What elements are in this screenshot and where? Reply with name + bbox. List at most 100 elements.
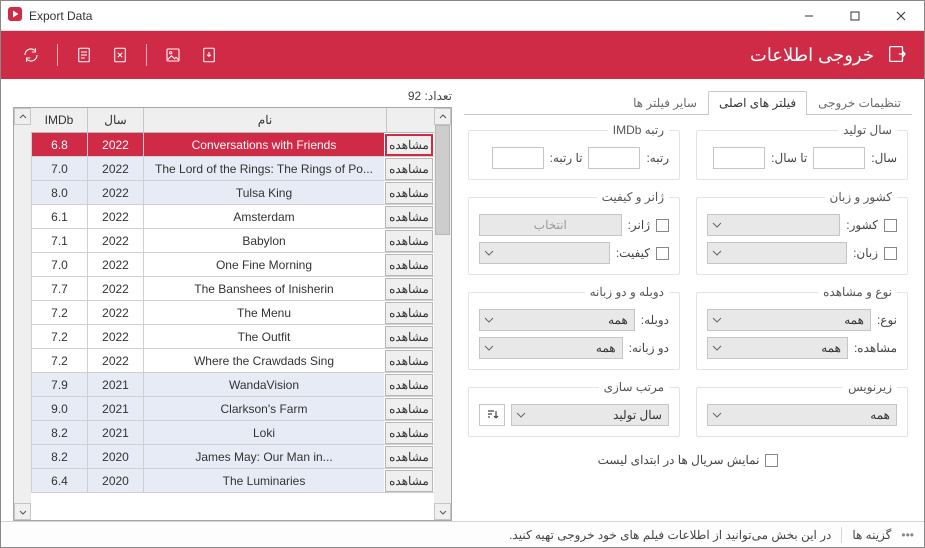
view-button[interactable]: مشاهده — [385, 446, 433, 468]
export-icon — [886, 43, 908, 68]
scroll-up-button[interactable] — [14, 108, 31, 125]
chevron-down-icon — [712, 343, 722, 353]
view-button[interactable]: مشاهده — [385, 182, 433, 204]
year-to-input[interactable] — [713, 147, 765, 169]
table-row[interactable]: مشاهدهClarkson's Farm20219.0 — [31, 397, 434, 421]
close-button[interactable] — [878, 1, 924, 31]
table-row[interactable]: مشاهدهThe Lord of the Rings: The Rings o… — [31, 157, 434, 181]
dub-select[interactable]: همه — [479, 309, 635, 331]
table-row[interactable]: مشاهدهAmsterdam20226.1 — [31, 205, 434, 229]
group-imdb-legend: رتبه IMDb — [608, 123, 669, 137]
view-button[interactable]: مشاهده — [385, 230, 433, 252]
table-row[interactable]: مشاهدهOne Fine Morning20227.0 — [31, 253, 434, 277]
chevron-down-icon — [19, 508, 27, 516]
year-label: سال: — [871, 151, 897, 165]
lang-checkbox[interactable] — [884, 247, 897, 260]
refresh-button[interactable] — [17, 41, 45, 69]
group-country-lang-legend: کشور و زبان — [825, 190, 897, 204]
minimize-button[interactable] — [786, 1, 832, 31]
chevron-down-icon — [712, 248, 722, 258]
view-select[interactable]: همه — [707, 337, 848, 359]
group-subtitle: زیرنویس همه — [696, 380, 908, 437]
view-button[interactable]: مشاهده — [385, 398, 433, 420]
type-label: نوع: — [877, 313, 897, 327]
view-button[interactable]: مشاهده — [385, 350, 433, 372]
options-label[interactable]: گزینه ها — [852, 528, 891, 542]
export-text-button[interactable] — [70, 41, 98, 69]
cell-year: 2022 — [87, 229, 143, 252]
count-label: تعداد: 92 — [13, 89, 452, 107]
genre-checkbox[interactable] — [656, 219, 669, 232]
table-row[interactable]: مشاهدهThe Banshees of Inisherin20227.7 — [31, 277, 434, 301]
table-row[interactable]: مشاهدهWandaVision20217.9 — [31, 373, 434, 397]
sort-select[interactable]: سال تولید — [511, 404, 669, 426]
left-scrollbar[interactable] — [14, 108, 31, 520]
scroll-up-button[interactable] — [434, 108, 451, 125]
view-button[interactable]: مشاهده — [385, 422, 433, 444]
view-button[interactable]: مشاهده — [385, 278, 433, 300]
table-row[interactable]: مشاهدهThe Menu20227.2 — [31, 301, 434, 325]
view-button[interactable]: مشاهده — [385, 206, 433, 228]
view-button[interactable]: مشاهده — [385, 134, 433, 156]
rank-from-input[interactable] — [588, 147, 640, 169]
chevron-down-icon — [712, 220, 722, 230]
genre-button[interactable]: انتخاب — [479, 214, 622, 236]
cell-imdb: 7.1 — [31, 229, 87, 252]
cell-year: 2022 — [87, 325, 143, 348]
scroll-track[interactable] — [434, 125, 451, 503]
scroll-thumb[interactable] — [435, 125, 450, 235]
subtitle-select[interactable]: همه — [707, 404, 897, 426]
view-button[interactable]: مشاهده — [385, 302, 433, 324]
bilang-select[interactable]: همه — [479, 337, 623, 359]
country-checkbox[interactable] — [884, 219, 897, 232]
header-year[interactable]: سال — [87, 108, 143, 132]
cell-name: Loki — [143, 421, 384, 444]
header-imdb[interactable]: IMDb — [31, 108, 87, 132]
quality-label: کیفیت: — [616, 246, 650, 260]
lang-select[interactable]: . — [707, 242, 847, 264]
rank-to-input[interactable] — [492, 147, 544, 169]
group-sort-legend: مرتب سازی — [599, 380, 669, 394]
table-row[interactable]: مشاهدهWhere the Crawdads Sing20227.2 — [31, 349, 434, 373]
scroll-down-button[interactable] — [434, 503, 451, 520]
table-row[interactable]: مشاهدهConversations with Friends20226.8 — [31, 133, 434, 157]
country-select[interactable]: . — [707, 214, 840, 236]
lang-label: زبان: — [853, 246, 878, 260]
table-row[interactable]: مشاهدهThe Outfit20227.2 — [31, 325, 434, 349]
type-select[interactable]: همه — [707, 309, 871, 331]
view-button[interactable]: مشاهده — [385, 254, 433, 276]
tab-other-filters[interactable]: سایر فیلتر ها — [622, 91, 708, 115]
view-button[interactable]: مشاهده — [385, 470, 433, 492]
serials-first-checkbox[interactable] — [765, 454, 778, 467]
year-from-input[interactable] — [813, 147, 865, 169]
view-label: مشاهده: — [854, 341, 897, 355]
table-row[interactable]: مشاهدهThe Luminaries20206.4 — [31, 469, 434, 493]
scroll-down-button[interactable] — [14, 503, 31, 520]
view-button[interactable]: مشاهده — [385, 326, 433, 348]
export-excel-button[interactable] — [106, 41, 134, 69]
quality-checkbox[interactable] — [656, 247, 669, 260]
chevron-down-icon — [484, 248, 494, 258]
view-button[interactable]: مشاهده — [385, 158, 433, 180]
view-button[interactable]: مشاهده — [385, 374, 433, 396]
quality-select[interactable]: . — [479, 242, 610, 264]
table-row[interactable]: مشاهدهTulsa King20228.0 — [31, 181, 434, 205]
header-name[interactable]: نام — [143, 108, 386, 132]
header-view[interactable] — [386, 108, 434, 132]
table-row[interactable]: مشاهدهLoki20218.2 — [31, 421, 434, 445]
right-scrollbar[interactable] — [434, 108, 451, 520]
table-row[interactable]: مشاهدهBabylon20227.1 — [31, 229, 434, 253]
maximize-button[interactable] — [832, 1, 878, 31]
sort-direction-button[interactable] — [479, 404, 505, 426]
cell-year: 2021 — [87, 421, 143, 444]
to-rank-label: تا رتبه: — [550, 151, 583, 165]
options-menu-dots[interactable]: ••• — [901, 528, 914, 542]
cell-year: 2022 — [87, 253, 143, 276]
export-image-button[interactable] — [159, 41, 187, 69]
table-row[interactable]: مشاهدهJames May: Our Man in...20208.2 — [31, 445, 434, 469]
tab-export-settings[interactable]: تنظیمات خروجی — [807, 91, 912, 115]
export-file-button[interactable] — [195, 41, 223, 69]
chevron-down-icon — [516, 410, 526, 420]
tab-main-filters[interactable]: فیلتر های اصلی — [708, 91, 807, 115]
scroll-track[interactable] — [14, 125, 31, 503]
